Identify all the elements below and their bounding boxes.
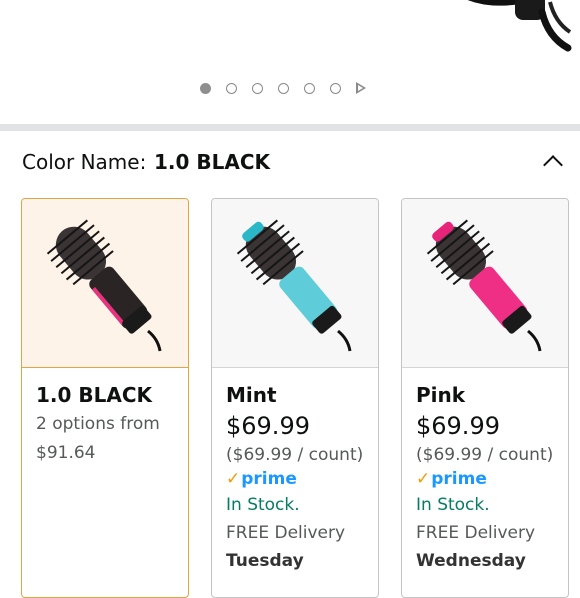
option-name: Pink (416, 383, 466, 407)
option-name: Mint (226, 383, 277, 407)
delivery-text: FREE Delivery (226, 523, 346, 543)
product-hero-image (467, 0, 572, 52)
carousel-dot[interactable] (252, 82, 263, 94)
prime-label: prime (241, 469, 297, 489)
delivery-day: Wednesday (416, 551, 526, 571)
options-count-text: 2 options from (36, 414, 160, 434)
carousel-dot[interactable] (330, 82, 341, 94)
prime-check-icon: ✓ (226, 469, 241, 489)
prime-label: prime (431, 469, 487, 489)
unit-price: ($69.99 / count) (416, 445, 554, 465)
option-name: 1.0 BLACK (36, 383, 153, 407)
variation-header[interactable]: Color Name: 1.0 BLACK (22, 150, 563, 180)
variation-option-pink[interactable]: Pink $69.99 ($69.99 / count) ✓ prime In S… (401, 198, 569, 598)
option-price: $69.99 (416, 412, 500, 440)
delivery-day: Tuesday (226, 551, 304, 571)
carousel-dot[interactable] (278, 82, 289, 94)
option-image (212, 199, 378, 368)
option-image (22, 199, 188, 368)
hair-dryer-brush-icon (426, 219, 542, 352)
variation-option-black[interactable]: 1.0 BLACK 2 options from $91.64 (21, 198, 189, 598)
product-image-carousel[interactable] (0, 0, 580, 124)
delivery-text: FREE Delivery (416, 523, 536, 543)
section-divider (0, 124, 580, 131)
stock-status: In Stock. (226, 495, 300, 515)
carousel-dot[interactable] (304, 82, 315, 94)
from-price: $91.64 (36, 443, 96, 463)
prime-badge: ✓ prime (226, 468, 364, 490)
carousel-indicator (200, 80, 366, 96)
unit-price: ($69.99 / count) (226, 445, 364, 465)
stock-status: In Stock. (416, 495, 490, 515)
color-name-label: Color Name: (22, 150, 147, 174)
prime-badge: ✓ prime (416, 468, 554, 490)
hair-dryer-brush-icon (236, 219, 352, 352)
variation-option-mint[interactable]: Mint $69.99 ($69.99 / count) ✓ prime In S… (211, 198, 379, 598)
selected-color-value: 1.0 BLACK (154, 150, 271, 174)
chevron-up-icon[interactable] (543, 155, 563, 175)
option-image (402, 199, 568, 368)
carousel-dot[interactable] (200, 82, 211, 94)
carousel-dot[interactable] (226, 82, 237, 94)
prime-check-icon: ✓ (416, 469, 431, 489)
option-price: $69.99 (226, 412, 310, 440)
hair-dryer-brush-icon (46, 219, 162, 352)
play-video-icon[interactable] (356, 82, 366, 94)
